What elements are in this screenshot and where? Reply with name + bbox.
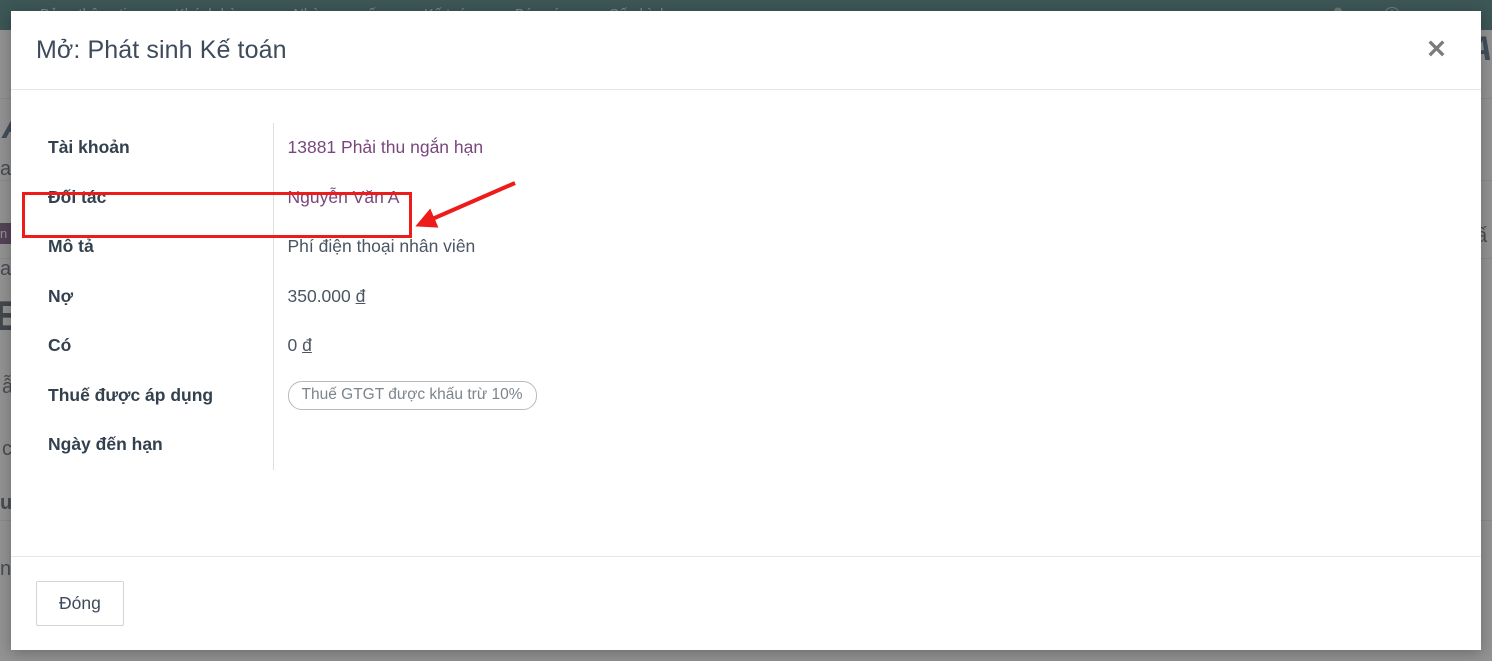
table-row: Mô tả Phí điện thoại nhân viên [36, 222, 1456, 272]
row-tax-value: Thuế GTGT được khấu trừ 10% [272, 370, 1456, 420]
row-description-value: Phí điện thoại nhân viên [272, 222, 1456, 272]
table-row: Tài khoản 13881 Phải thu ngắn hạn [36, 123, 1456, 173]
partner-link[interactable]: Nguyễn Văn A [288, 187, 400, 207]
row-account-label: Tài khoản [48, 137, 130, 158]
table-row: Thuế được áp dụng Thuế GTGT được khấu tr… [36, 370, 1456, 420]
accounting-entry-modal: Mở: Phát sinh Kế toán ✕ Tài khoản 13881 … [11, 11, 1481, 650]
row-credit-value: 0 đ [272, 321, 1456, 371]
credit-currency: đ [302, 335, 312, 356]
modal-body: Tài khoản 13881 Phải thu ngắn hạn Đối tá… [11, 90, 1481, 556]
row-credit-label: Có [48, 335, 72, 356]
status-badge: Thuế GTGT được khấu trừ 10% [287, 380, 537, 410]
modal-footer: Đóng [11, 556, 1481, 650]
row-description-label: Mô tả [48, 236, 94, 257]
credit-amount: 0 [287, 335, 298, 356]
row-due-date-value [272, 420, 1456, 470]
row-partner-value: Nguyễn Văn A [272, 172, 1456, 222]
table-row: Ngày đến hạn [36, 420, 1456, 470]
modal-header: Mở: Phát sinh Kế toán ✕ [11, 11, 1481, 90]
entry-detail-table: Tài khoản 13881 Phải thu ngắn hạn Đối tá… [36, 123, 1456, 470]
table-row: Nợ 350.000 đ [36, 271, 1456, 321]
screen: Bảng thông tin Khách hàng Nhà cung cấp K… [0, 0, 1492, 661]
debit-currency: đ [355, 285, 366, 306]
row-debit-value: 350.000 đ [272, 271, 1456, 321]
page-title: Mở: Phát sinh Kế toán [36, 35, 287, 64]
close-icon[interactable]: ✕ [1420, 34, 1453, 67]
row-debit-label: Nợ [48, 285, 74, 306]
row-tax-label: Thuế được áp dụng [48, 384, 214, 405]
table-row: Có 0 đ [36, 321, 1456, 371]
account-link[interactable]: 13881 Phải thu ngắn hạn [288, 137, 484, 157]
close-button[interactable]: Đóng [36, 581, 124, 626]
row-due-date-label: Ngày đến hạn [48, 434, 163, 455]
debit-amount: 350.000 [287, 285, 351, 306]
row-account-value: 13881 Phải thu ngắn hạn [272, 123, 1456, 173]
table-row: Đối tác Nguyễn Văn A [36, 172, 1456, 222]
row-partner-label: Đối tác [48, 186, 107, 207]
